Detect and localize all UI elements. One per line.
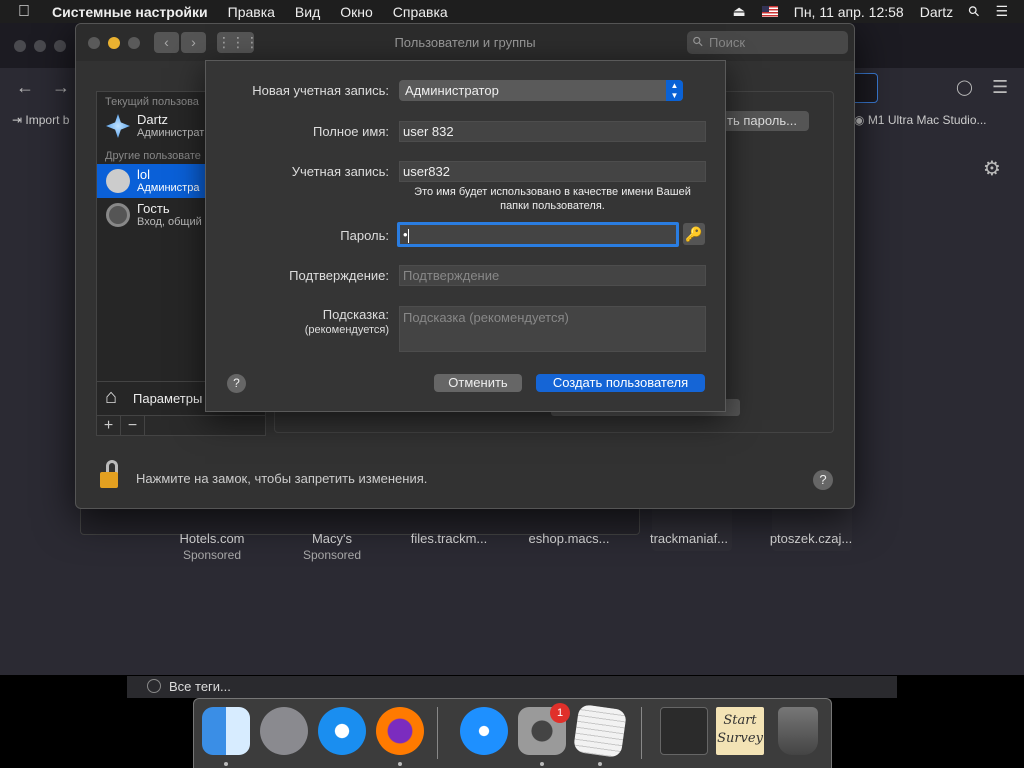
add-user-button[interactable]: +	[97, 416, 121, 435]
top-site-tile[interactable]: Macy's Sponsored	[277, 531, 387, 563]
unlocked-lock-icon[interactable]	[100, 460, 120, 490]
forward-arrow-icon[interactable]: →	[52, 77, 70, 98]
system-preferences-gear-icon[interactable]: 1	[518, 703, 570, 755]
trash-icon[interactable]	[778, 707, 818, 755]
eject-icon[interactable]: ⏏	[733, 3, 746, 20]
gear-icon[interactable]: ⚙	[983, 156, 1001, 181]
menu-window[interactable]: Окно	[340, 4, 373, 20]
finder-icon[interactable]	[202, 707, 250, 755]
tags-bar: Все теги...	[127, 676, 897, 698]
key-icon[interactable]: 🔑	[683, 223, 705, 245]
current-user-header: Текущий пользова	[105, 96, 199, 108]
pocket-icon[interactable]: ◯	[956, 78, 973, 96]
survey-note-icon[interactable]: Start Survey	[716, 707, 764, 755]
hint-label: Подсказка:	[322, 307, 389, 322]
add-remove-bar: + −	[96, 415, 266, 436]
lock-row: Нажмите на замок, чтобы запретить измене…	[96, 456, 836, 496]
textedit-icon[interactable]	[572, 703, 628, 759]
lock-text: Нажмите на замок, чтобы запретить измене…	[136, 471, 428, 486]
dock: 1 Start Survey	[193, 698, 832, 768]
login-options-label: Параметры	[133, 391, 203, 406]
menubar-user[interactable]: Dartz	[920, 4, 953, 20]
hint-label-sub: (рекомендуется)	[304, 324, 389, 336]
chevron-updown-icon: ▲ ▼	[666, 80, 683, 101]
penguin-avatar	[106, 169, 130, 193]
menu-help[interactable]: Справка	[393, 4, 448, 20]
firefox-icon[interactable]	[376, 707, 424, 755]
fullname-label: Полное имя:	[313, 124, 389, 139]
guest-avatar	[106, 203, 130, 227]
user-name: Гость	[137, 201, 170, 216]
window-titlebar: ‹ › ⋮⋮⋮ Пользователи и группы Поиск	[76, 24, 854, 61]
top-site-tile[interactable]: ptoszek.czaj...	[756, 531, 866, 547]
hint-field[interactable]: Подсказка (рекомендуется)	[399, 306, 706, 352]
bookmark-import[interactable]: ⇥ Import b	[12, 113, 69, 127]
create-user-button[interactable]: Создать пользователя	[536, 374, 705, 392]
close-dot[interactable]	[14, 40, 26, 52]
top-site-tile[interactable]: eshop.macs...	[514, 531, 624, 547]
tag-circle-icon	[147, 679, 161, 693]
user-role: Администра	[137, 182, 200, 194]
menu-view[interactable]: Вид	[295, 4, 320, 20]
top-site-tile[interactable]: Hotels.com Sponsored	[157, 531, 267, 563]
spotlight-icon[interactable]: ⚲	[965, 2, 984, 21]
account-type-label: Новая учетная запись:	[252, 83, 389, 98]
top-site-tile[interactable]: trackmaniaf...	[634, 531, 744, 547]
user-name: lol	[137, 167, 151, 182]
all-tags-link[interactable]: Все теги...	[169, 679, 231, 694]
verify-label: Подтверждение:	[289, 268, 389, 283]
menu-edit[interactable]: Правка	[228, 4, 275, 20]
remove-user-button[interactable]: −	[121, 416, 145, 435]
menubar-datetime[interactable]: Пн, 11 апр. 12:58	[794, 4, 904, 20]
snowflake-avatar	[106, 114, 130, 138]
verify-field[interactable]: Подтверждение	[399, 265, 706, 286]
fullname-field[interactable]: user 832	[399, 121, 706, 142]
menu-bar:  Системные настройки Правка Вид Окно Сп…	[0, 0, 1024, 23]
account-hint-text: Это имя будет использовано в качестве им…	[414, 186, 691, 212]
bookmark-m1-ultra[interactable]: ◉ M1 Ultra Mac Studio...	[854, 113, 987, 127]
minimize-dot[interactable]	[34, 40, 46, 52]
control-center-icon[interactable]: ☰	[995, 3, 1008, 20]
hamburger-menu-icon[interactable]: ☰	[992, 77, 1008, 98]
account-label: Учетная запись:	[291, 164, 389, 179]
apple-icon[interactable]: 	[18, 3, 30, 21]
help-button[interactable]: ?	[227, 374, 246, 393]
house-icon: ⌂	[105, 386, 118, 408]
password-label: Пароль:	[340, 228, 389, 243]
new-user-sheet: Новая учетная запись: Администратор ▲ ▼ П…	[205, 60, 726, 412]
cancel-button[interactable]: Отменить	[434, 374, 522, 392]
top-site-tile[interactable]: files.trackm...	[394, 531, 504, 547]
account-name-field[interactable]: user832	[399, 161, 706, 182]
notification-badge: 1	[550, 703, 570, 723]
app-menu[interactable]: Системные настройки	[52, 4, 208, 20]
user-role: Администрат	[137, 127, 205, 139]
password-field[interactable]: •	[397, 222, 679, 247]
account-type-select[interactable]: Администратор ▲ ▼	[399, 80, 683, 101]
back-arrow-icon[interactable]: ←	[16, 77, 34, 98]
activity-monitor-icon[interactable]	[660, 707, 708, 755]
other-users-header: Другие пользовате	[105, 150, 201, 162]
safari-compass-icon[interactable]	[318, 707, 366, 755]
app-store-icon[interactable]	[460, 707, 508, 755]
user-name: Dartz	[137, 112, 169, 127]
help-button[interactable]: ?	[813, 470, 833, 490]
search-input[interactable]: Поиск	[687, 31, 848, 54]
launchpad-rocket-icon[interactable]	[260, 707, 308, 755]
change-password-button[interactable]: ть пароль...	[721, 111, 809, 131]
user-role: Вход, общий	[137, 216, 202, 228]
zoom-dot[interactable]	[54, 40, 66, 52]
flag-icon[interactable]	[761, 6, 778, 17]
